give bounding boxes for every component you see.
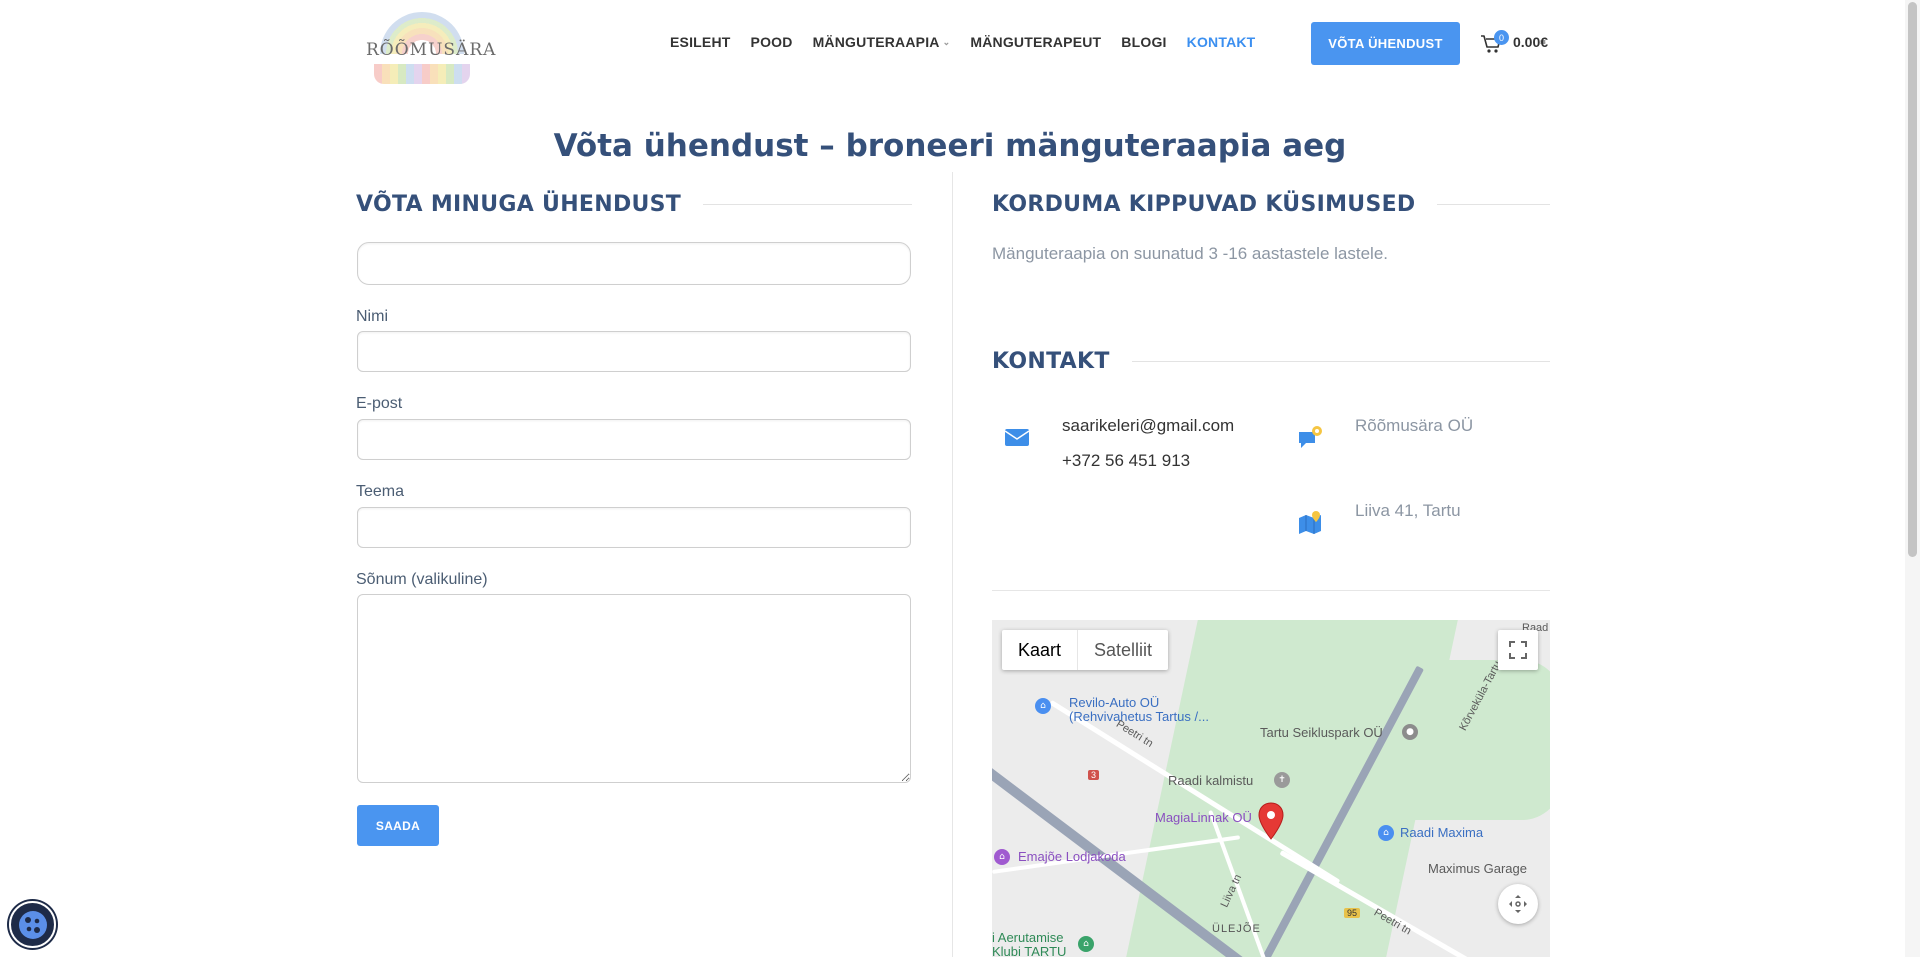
map-poi-icon: ⌂ — [1378, 825, 1394, 841]
map-label: Emajõe Lodjakoda — [1018, 849, 1126, 864]
cart-count-badge: 0 — [1494, 30, 1509, 45]
road-number-badge: 3 — [1088, 770, 1100, 780]
contact-phone[interactable]: +372 56 451 913 — [1062, 451, 1190, 471]
submit-button[interactable]: SAADA — [357, 805, 439, 846]
heading-divider — [1437, 204, 1550, 205]
subject-field[interactable] — [357, 507, 911, 548]
site-logo[interactable]: RÕÕMUSÄRA — [366, 8, 497, 84]
map-type-map-button[interactable]: Kaart — [1002, 630, 1079, 670]
subject-label: Teema — [356, 483, 405, 500]
map-type-control: Kaart Satelliit — [1002, 630, 1169, 670]
honeypot-field[interactable] — [357, 242, 911, 285]
map-label: Maximus Garage — [1428, 861, 1527, 876]
nav-item-manguteraapia[interactable]: MÄNGUTERAAPIA ⌄ — [813, 32, 951, 52]
location-marker-icon — [1258, 802, 1284, 840]
map-poi-icon: ⌂ — [1035, 698, 1051, 714]
contact-cta-button[interactable]: VÕTA ÜHENDUST — [1311, 22, 1460, 65]
column-divider — [952, 172, 953, 957]
map-label: Revilo-Auto OÜ — [1069, 695, 1160, 710]
cookie-settings-button[interactable] — [9, 901, 56, 948]
map-label: i Aerutamise — [992, 930, 1064, 945]
nav-item-pood[interactable]: POOD — [751, 32, 793, 52]
google-map[interactable]: ⌂ Revilo-Auto OÜ (Rehvivahetus Tartus /.… — [992, 620, 1550, 957]
contact-address: Liiva 41, Tartu — [1355, 501, 1461, 520]
scrollbar-thumb[interactable] — [1908, 2, 1917, 557]
heading-divider — [703, 204, 912, 205]
name-label: Nimi — [356, 308, 388, 325]
map-label: Raadi kalmistu — [1168, 773, 1254, 788]
contact-company: Rõõmusära OÜ — [1355, 416, 1474, 435]
contact-heading: KONTAKT — [992, 349, 1550, 374]
fullscreen-button[interactable] — [1498, 630, 1538, 670]
faq-heading-text: KORDUMA KIPPUVAD KÜSIMUSED — [992, 192, 1416, 217]
message-label: Sõnum (valikuline) — [356, 571, 488, 588]
map-label: Tartu Seikluspark OÜ — [1260, 725, 1383, 740]
road-number-badge: 95 — [1344, 908, 1361, 918]
fullscreen-icon — [1509, 641, 1527, 659]
map-poi-icon: ● — [1402, 724, 1418, 740]
logo-text: RÕÕMUSÄRA — [366, 40, 497, 60]
map-label: Raadi Maxima — [1400, 825, 1484, 840]
nav-item-esileht[interactable]: ESILEHT — [670, 32, 731, 52]
site-header: RÕÕMUSÄRA ESILEHT POOD MÄNGUTERAAPIA ⌄ M… — [0, 0, 1920, 86]
pan-icon — [1509, 895, 1527, 913]
nav-item-kontakt[interactable]: KONTAKT — [1187, 32, 1256, 52]
cart-total: 0.00€ — [1513, 34, 1549, 50]
nav-item-manguterapeut[interactable]: MÄNGUTERAPEUT — [970, 32, 1101, 52]
chat-icon — [1299, 426, 1322, 448]
map-icon — [1299, 511, 1321, 534]
map-type-satellite-button[interactable]: Satelliit — [1078, 630, 1168, 670]
cart-button[interactable]: 0 0.00€ — [1478, 30, 1550, 56]
logo-stripes — [374, 64, 470, 84]
mail-icon — [1004, 429, 1030, 446]
map-pan-button[interactable] — [1498, 884, 1538, 924]
cookie-icon — [18, 910, 47, 939]
message-field[interactable] — [357, 594, 911, 783]
chevron-down-icon: ⌄ — [942, 36, 951, 47]
map-label: Klubi TARTU — [992, 944, 1067, 957]
email-label: E-post — [356, 395, 403, 412]
main-nav: ESILEHT POOD MÄNGUTERAAPIA ⌄ MÄNGUTERAPE… — [670, 32, 1275, 52]
page-title: Võta ühendust – broneeri mänguteraapia a… — [553, 128, 1347, 164]
form-heading: VÕTA MINUGA ÜHENDUST — [356, 192, 912, 217]
contact-email[interactable]: saarikeleri@gmail.com — [1062, 416, 1234, 436]
nav-item-manguteraapia-label: MÄNGUTERAAPIA — [812, 34, 940, 50]
contact-heading-text: KONTAKT — [992, 349, 1110, 374]
email-field[interactable] — [357, 419, 911, 460]
map-label: (Rehvivahetus Tartus /... — [1069, 709, 1209, 724]
page-scrollbar[interactable] — [1905, 0, 1920, 957]
map-label: ÜLEJÕE — [1212, 923, 1261, 935]
faq-heading: KORDUMA KIPPUVAD KÜSIMUSED — [992, 192, 1550, 217]
heading-divider — [1131, 361, 1550, 362]
map-label: MagiaLinnak OÜ — [1155, 810, 1252, 825]
name-field[interactable] — [357, 331, 911, 372]
form-heading-text: VÕTA MINUGA ÜHENDUST — [356, 192, 682, 217]
map-poi-icon: ⌂ — [994, 849, 1010, 865]
section-divider — [992, 590, 1550, 591]
map-poi-icon: ✝ — [1274, 772, 1290, 788]
nav-item-blogi[interactable]: BLOGI — [1121, 32, 1166, 52]
faq-text: Mänguteraapia on suunatud 3 -16 aastaste… — [992, 244, 1388, 263]
map-poi-icon: ⌂ — [1078, 936, 1094, 952]
